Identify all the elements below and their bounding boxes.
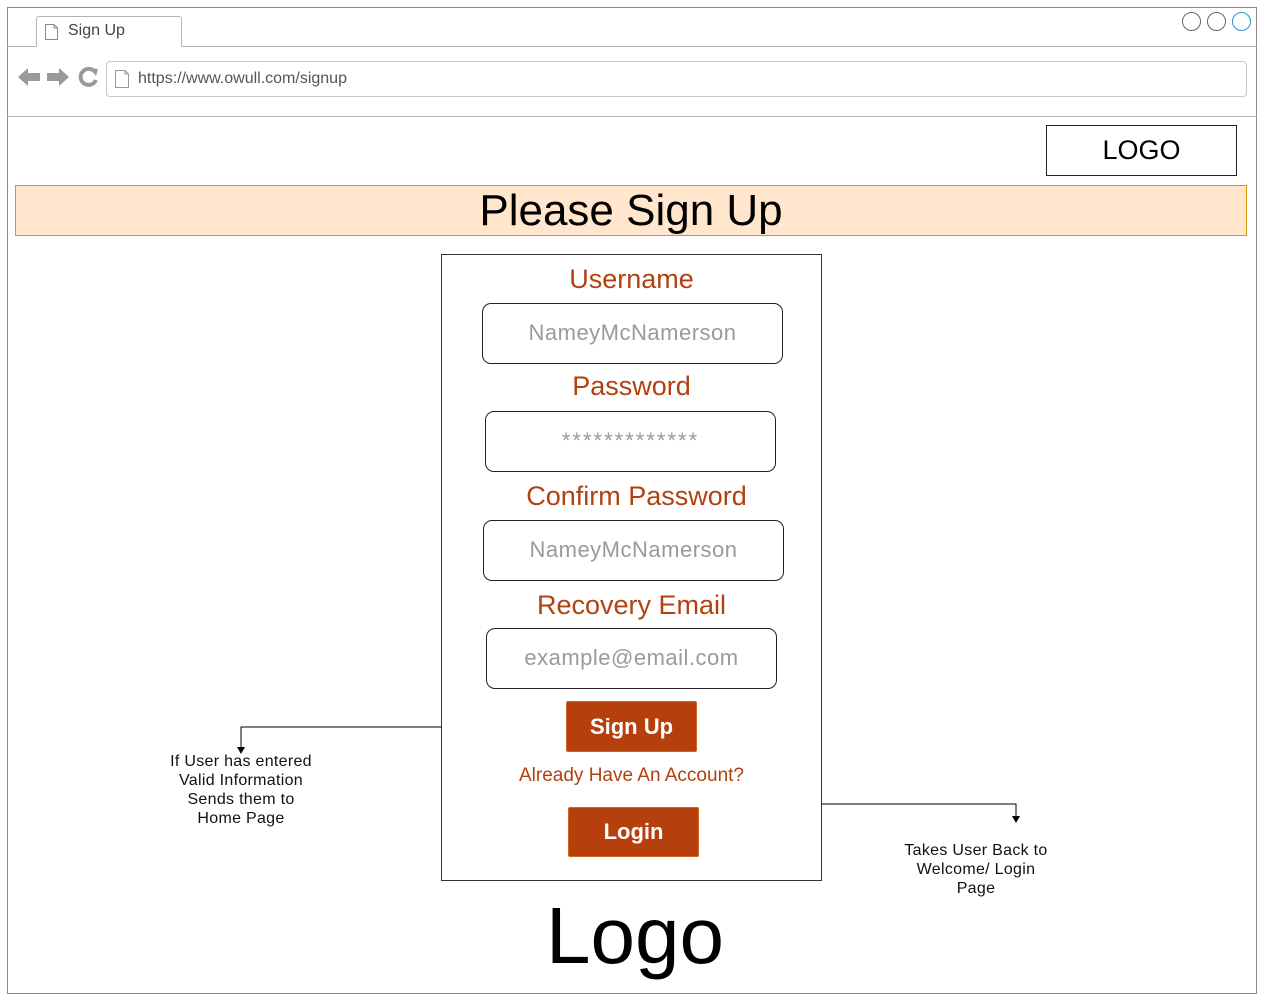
recovery-email-label: Recovery Email — [536, 590, 727, 620]
annotation-line: Page — [956, 880, 996, 897]
recovery-email-field[interactable]: example@email.com — [486, 628, 777, 689]
login-button[interactable]: Login — [568, 807, 699, 857]
confirm-password-label: Confirm Password — [526, 481, 747, 511]
annotation-line: Valid Information — [179, 772, 303, 789]
signup-button[interactable]: Sign Up — [566, 701, 697, 752]
already-have-account-link[interactable]: Already Have An Account? — [441, 765, 822, 787]
password-label: Password — [572, 371, 691, 401]
annotation-line: Takes User Back to — [904, 842, 1048, 859]
annotation-line: Sends them to — [187, 791, 295, 808]
login-annotation: Takes User Back to Welcome/ Login Page — [876, 841, 1076, 898]
footer-logo: Logo — [546, 891, 724, 980]
password-field[interactable]: ************* — [485, 411, 776, 472]
signup-annotation: If User has entered Valid Information Se… — [141, 752, 341, 828]
annotation-line: Welcome/ Login — [916, 861, 1036, 878]
annotation-line: If User has entered — [170, 753, 312, 770]
username-field[interactable]: NameyMcNamerson — [482, 303, 783, 364]
username-label: Username — [569, 264, 694, 294]
annotation-line: Home Page — [197, 810, 285, 827]
confirm-password-field[interactable]: NameyMcNamerson — [483, 520, 784, 581]
